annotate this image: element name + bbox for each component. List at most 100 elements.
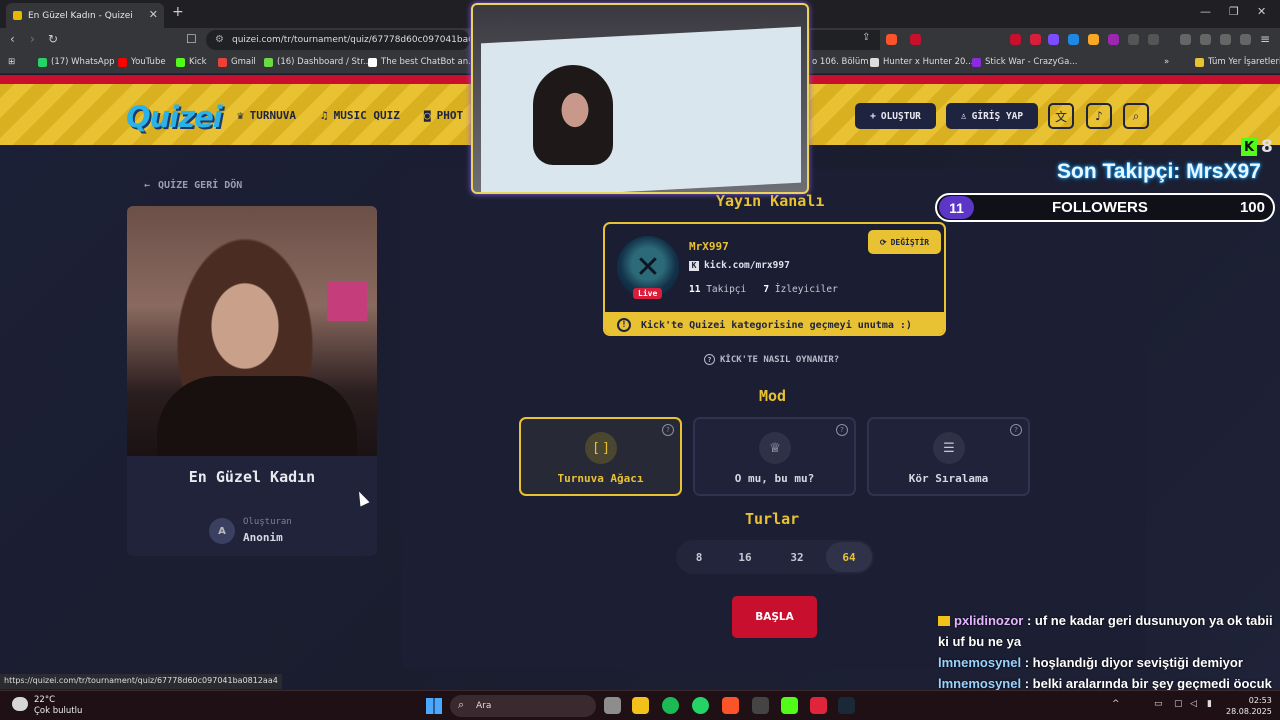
file-explorer-icon[interactable] [632,697,649,714]
bell-icon[interactable]: ♪ [1086,103,1112,129]
task-view-icon[interactable] [604,697,621,714]
obs-icon[interactable] [810,697,827,714]
bookmark-stickwar[interactable]: Stick War - CrazyGa... [972,57,1077,67]
tray-expand-icon[interactable]: ^ [1112,699,1120,709]
bookmark-kick[interactable]: Kick [176,57,207,67]
camera-icon: ◙ [424,109,431,122]
kick-app-icon[interactable] [781,697,798,714]
quiz-title: En Güzel Kadın [188,468,316,486]
category-warning: ! Kick'te Quizei kategorisine geçmeyi un… [605,312,944,334]
all-bookmarks[interactable]: Tüm Yer İşaretleri [1195,57,1280,67]
back-to-quiz-link[interactable]: ← QUİZE GERİ DÖN [144,180,242,191]
nav-music-quiz[interactable]: ♫ MUSIC QUIZ [321,109,400,122]
close-tab-icon[interactable]: ✕ [149,8,158,21]
refresh-icon: ⟳ [879,237,887,247]
round-option[interactable]: 16 [722,542,768,572]
more-bookmarks-icon[interactable]: » [1164,57,1169,67]
app-icon[interactable] [752,697,769,714]
bookmark-whatsapp[interactable]: (17) WhatsApp [38,57,115,67]
round-option-selected[interactable]: 64 [826,542,872,572]
live-badge: Live [633,288,663,299]
extension-icon[interactable] [1088,34,1099,45]
mode-tournament-bracket[interactable]: [ ] ? Turnuva Ağacı [519,417,682,496]
weather-widget[interactable]: 22°C Çok bulutlu [12,695,82,717]
folder-icon [1195,57,1204,67]
extension-icon[interactable] [1010,34,1021,45]
nav-photo[interactable]: ◙ PHOT [424,109,463,122]
back-icon[interactable]: ‹ [10,32,15,46]
mode-section-title: Mod [759,387,787,405]
taskbar-search[interactable]: ⌕ Ara [450,695,596,717]
new-tab-icon[interactable]: + [172,4,184,20]
address-bar[interactable]: ⚙ quizei.com/tr/tournament/quiz/67778d60… [206,30,470,50]
site-info-icon[interactable]: ⚙ [215,34,224,45]
vpn-icon[interactable] [1220,34,1231,45]
plus-icon: + [870,110,876,122]
system-clock[interactable]: 02:53 28.08.2025 [1226,695,1272,717]
extension-icon[interactable] [1030,34,1041,45]
bracket-icon: [ ] [585,432,617,464]
search-icon[interactable]: ⌕ [1123,103,1149,129]
wallet-icon[interactable] [1200,34,1211,45]
tab-search-icon[interactable] [1148,34,1159,45]
crown-icon [938,616,950,626]
minimize-icon[interactable]: — [1200,5,1211,18]
channel-url[interactable]: K kick.com/mrx997 [689,260,790,271]
brave-shield-icon[interactable] [886,34,897,45]
mode-this-or-that[interactable]: ♕ ? O mu, bu mu? [693,417,856,496]
extension-icon[interactable] [1108,34,1119,45]
music-icon: ♫ [321,109,328,122]
kick-icon: K [689,260,699,271]
chat-message: lmnemosynel : hoşlandığı diyor seviştiği… [938,655,1243,670]
battery-icon[interactable]: ▮ [1207,699,1212,709]
chat-message: pxlidinozor : uf ne kadar geri dusunuyon… [938,613,1273,649]
mode-blind-ranking[interactable]: ☰ ? Kör Sıralama [867,417,1030,496]
browser-tab[interactable]: En Güzel Kadın - Quizei ✕ [6,3,164,28]
extension-icon[interactable] [1048,34,1059,45]
change-channel-button[interactable]: ⟳ DEĞİŞTİR [868,230,941,254]
bookmark-youtube[interactable]: YouTube [118,57,166,67]
login-button[interactable]: ♙ GİRİŞ YAP [946,103,1038,129]
brave-rewards-icon[interactable] [910,34,921,45]
share-icon[interactable]: ⇪ [862,32,870,43]
bookmark-dashboard[interactable]: (16) Dashboard / Str... [264,57,371,67]
how-to-play-link[interactable]: ? KİCK'TE NASIL OYNANIR? [704,354,839,365]
sidebar-icon[interactable] [1180,34,1191,45]
whatsapp-icon[interactable] [692,697,709,714]
keyboard-icon[interactable]: ▭ [1154,699,1163,709]
bookmark-icon[interactable]: ☐ [186,32,197,46]
creator-name: Anonim [243,531,283,544]
spotify-icon[interactable] [662,697,679,714]
bookmark-gmail[interactable]: Gmail [218,57,256,67]
close-window-icon[interactable]: ✕ [1257,5,1266,18]
round-option[interactable]: 32 [774,542,820,572]
bookmark-episode[interactable]: o 106. Bölüm [812,57,869,67]
volume-icon[interactable]: ◁ [1190,699,1197,709]
start-button[interactable]: BAŞLA [732,596,817,638]
help-icon[interactable]: ? [662,424,674,436]
nav-turnuva[interactable]: ♛ TURNUVA [237,109,296,122]
reload-icon[interactable]: ↻ [48,32,58,46]
translate-icon[interactable]: 文 [1048,103,1074,129]
apps-icon[interactable]: ⊞ [8,57,15,67]
extension-icon[interactable] [1068,34,1079,45]
bookmark-hunter[interactable]: Hunter x Hunter 20... [870,57,974,67]
shield-icon[interactable] [1240,34,1251,45]
restore-icon[interactable]: ❐ [1229,5,1239,18]
create-button[interactable]: + OLUŞTUR [855,103,936,129]
followers-goal-bar: 11 FOLLOWERS 100 [935,193,1275,222]
windows-start-icon[interactable] [426,698,442,714]
network-icon[interactable]: ▢ [1174,699,1183,709]
youtube-icon [118,57,127,67]
whatsapp-icon [38,57,47,67]
steam-icon[interactable] [838,697,855,714]
brave-icon[interactable] [722,697,739,714]
extensions-puzzle-icon[interactable] [1128,34,1139,45]
bookmark-chatbot[interactable]: The best ChatBot an... [368,57,476,67]
help-icon[interactable]: ? [1010,424,1022,436]
help-icon[interactable]: ? [836,424,848,436]
quizei-logo[interactable]: Quizei [126,100,223,134]
forward-icon[interactable]: › [30,32,35,46]
menu-icon[interactable]: ≡ [1260,32,1270,46]
round-option[interactable]: 8 [676,542,722,572]
